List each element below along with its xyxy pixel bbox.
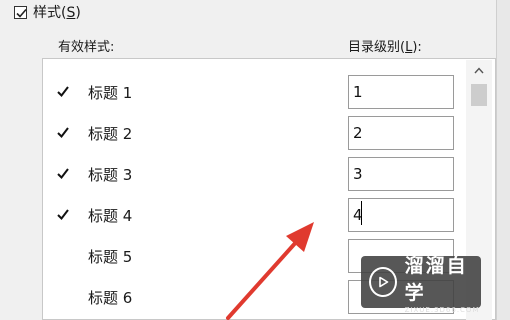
play-glyph-icon [379,276,389,288]
watermark-subtitle: ZIXUE.3D66.COM [404,305,480,314]
play-logo-icon [369,267,397,297]
watermark-badge: 溜溜自学 ZIXUE.3D66.COM [361,255,481,314]
watermark-title: 溜溜自学 [404,254,468,304]
